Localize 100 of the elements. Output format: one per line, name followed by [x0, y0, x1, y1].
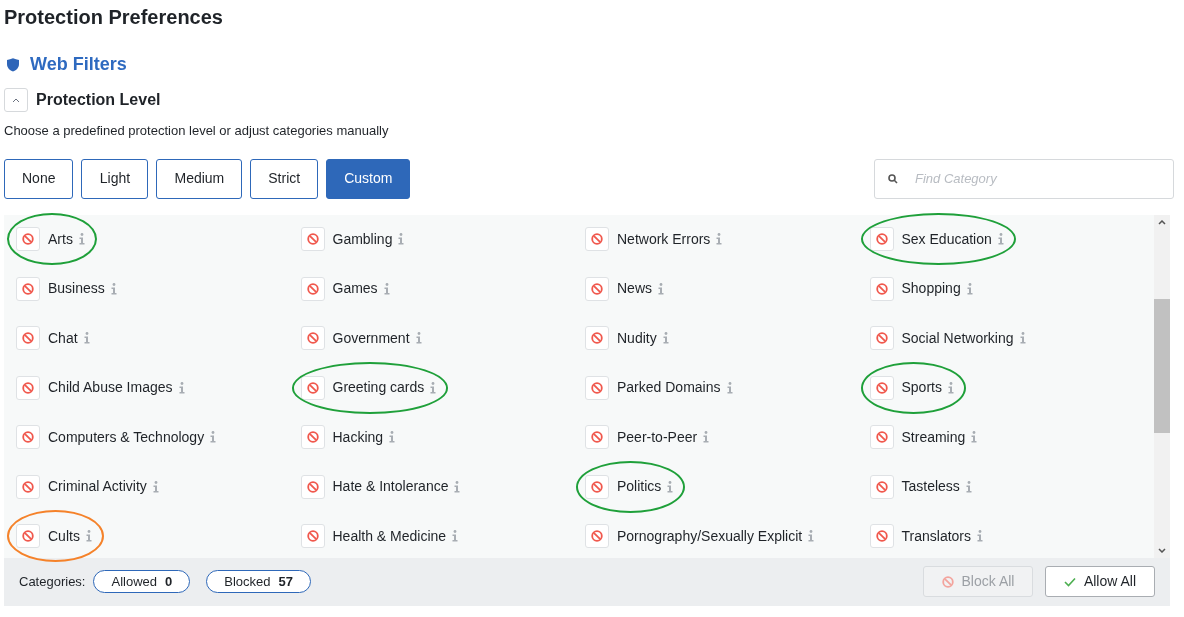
blocked-icon [22, 480, 34, 493]
blocked-toggle[interactable] [300, 425, 325, 450]
blocked-toggle[interactable] [16, 425, 40, 450]
category-label: Business [48, 279, 105, 299]
info-icon[interactable] [210, 431, 217, 444]
level-button[interactable]: Strict [250, 158, 319, 199]
blocked-toggle[interactable] [869, 375, 894, 400]
info-icon[interactable] [85, 530, 92, 543]
section-title: Web Filters [30, 53, 127, 76]
info-icon[interactable] [152, 480, 159, 493]
blocked-toggle[interactable] [869, 326, 894, 351]
category-label: Arts [48, 229, 73, 249]
blocked-toggle[interactable] [16, 375, 40, 400]
blocked-toggle[interactable] [16, 276, 40, 301]
info-icon[interactable] [178, 381, 185, 394]
category-label: Gambling [332, 229, 393, 249]
scrollbar[interactable] [1154, 214, 1170, 558]
blocked-toggle[interactable] [300, 474, 325, 499]
blocked-toggle[interactable] [869, 474, 894, 499]
description-text: Choose a predefined protection level or adjust categories manually [4, 122, 390, 140]
blocked-toggle[interactable] [869, 276, 894, 301]
info-icon[interactable] [965, 480, 972, 493]
blocked-toggle[interactable] [300, 276, 325, 301]
blocked-icon [591, 332, 603, 345]
info-icon[interactable] [452, 530, 459, 543]
blocked-icon [22, 431, 34, 444]
blocked-toggle[interactable] [16, 474, 40, 499]
info-icon[interactable] [703, 431, 710, 444]
info-icon[interactable] [658, 282, 664, 295]
level-button[interactable]: Medium [156, 158, 243, 199]
collapse-toggle[interactable] [4, 88, 28, 112]
blocked-toggle[interactable] [585, 276, 609, 301]
category-label: Tasteless [901, 477, 960, 497]
info-icon[interactable] [415, 332, 422, 345]
blocked-toggle[interactable] [300, 375, 325, 400]
info-icon[interactable] [389, 431, 396, 444]
blocked-icon [306, 282, 319, 295]
scroll-up-icon[interactable] [1158, 219, 1166, 225]
blocked-toggle[interactable] [16, 326, 40, 351]
search-field[interactable]: Find Category [874, 158, 1174, 199]
info-icon[interactable] [454, 480, 461, 493]
info-icon[interactable] [977, 530, 983, 543]
info-icon[interactable] [662, 332, 669, 345]
blocked-toggle[interactable] [585, 524, 609, 549]
categories-label: Categories: [19, 572, 86, 591]
blocked-toggle[interactable] [300, 227, 325, 252]
category-label: Network Errors [617, 229, 711, 249]
info-icon[interactable] [726, 381, 733, 394]
info-icon[interactable] [966, 282, 973, 295]
category-label: Shopping [901, 279, 961, 299]
blocked-icon [875, 381, 888, 394]
category-label: Computers & Technology [48, 427, 205, 447]
info-icon[interactable] [667, 480, 674, 493]
info-icon[interactable] [398, 233, 405, 246]
blocked-toggle[interactable] [300, 326, 325, 351]
blocked-toggle[interactable] [300, 524, 325, 549]
info-icon[interactable] [1019, 332, 1026, 345]
info-icon[interactable] [716, 233, 723, 246]
blocked-toggle[interactable] [869, 227, 894, 252]
scrollbar-thumb[interactable] [1154, 298, 1170, 433]
blocked-icon [22, 381, 34, 394]
info-icon[interactable] [997, 233, 1004, 246]
blocked-icon [306, 480, 319, 493]
subsection-title: Protection Level [36, 90, 161, 110]
info-icon[interactable] [430, 381, 437, 394]
category-label: Chat [48, 328, 78, 348]
info-icon[interactable] [383, 282, 390, 295]
category-label: Child Abuse Images [48, 378, 173, 398]
blocked-toggle[interactable] [869, 425, 894, 450]
blocked-toggle[interactable] [585, 375, 609, 400]
blocked-icon [875, 431, 888, 444]
level-button[interactable]: Custom [326, 158, 411, 199]
level-button[interactable]: None [4, 158, 74, 199]
scroll-down-icon[interactable] [1158, 547, 1166, 553]
info-icon[interactable] [110, 282, 117, 295]
info-icon[interactable] [971, 431, 978, 444]
blocked-toggle[interactable] [869, 524, 894, 549]
level-button[interactable]: Light [81, 158, 149, 199]
blocked-icon [591, 530, 603, 543]
info-icon[interactable] [947, 381, 954, 394]
blocked-toggle[interactable] [585, 227, 609, 252]
blocked-toggle[interactable] [16, 227, 40, 252]
blocked-icon [875, 282, 888, 295]
blocked-toggle[interactable] [585, 425, 609, 450]
category-label: Sports [901, 378, 942, 398]
blocked-icon [22, 233, 34, 246]
category-label: Nudity [617, 328, 657, 348]
count-pill: Allowed 0 [93, 570, 191, 593]
blocked-toggle[interactable] [585, 326, 609, 351]
info-icon[interactable] [83, 332, 90, 345]
count-pill: Blocked 57 [206, 570, 311, 593]
allow-all-button[interactable]: Allow All [1045, 566, 1155, 597]
blocked-toggle[interactable] [16, 524, 40, 549]
category-label: Cults [48, 526, 80, 546]
info-icon[interactable] [78, 233, 85, 246]
category-label: Parked Domains [617, 378, 721, 398]
info-icon[interactable] [808, 530, 815, 543]
blocked-toggle[interactable] [585, 474, 609, 499]
check-icon [1063, 576, 1076, 587]
blocked-icon [22, 530, 34, 543]
